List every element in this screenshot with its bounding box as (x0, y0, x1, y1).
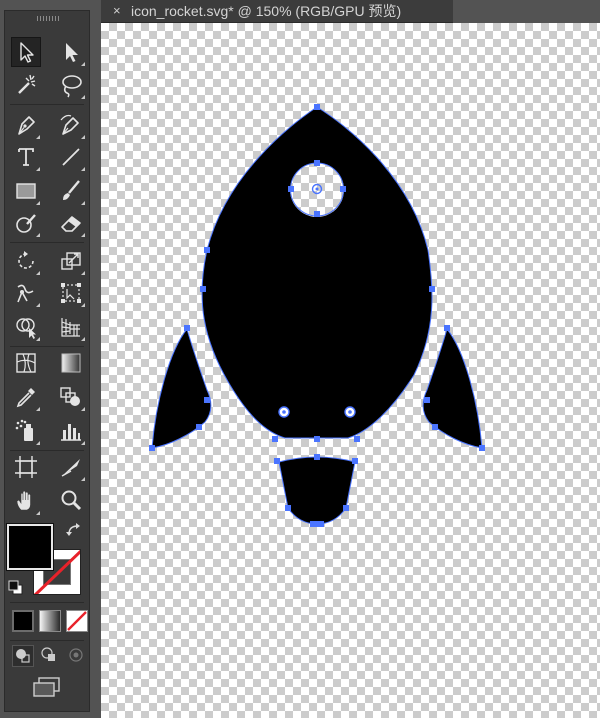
fill-color-swatch[interactable] (7, 524, 53, 570)
free-transform-tool[interactable] (56, 278, 86, 308)
document-title: icon_rocket.svg* @ 150% (RGB/GPU 预览) (131, 3, 402, 19)
none-mode-button[interactable] (66, 610, 88, 632)
blend-tool[interactable] (56, 382, 86, 412)
gradient-mode-button[interactable] (39, 610, 61, 632)
toolbar-divider (10, 450, 84, 451)
toolbar-divider (10, 640, 84, 641)
screen-mode-icon[interactable] (31, 676, 63, 698)
toolbar-divider (10, 242, 84, 243)
rocket-artwork[interactable] (101, 23, 600, 718)
toolbar-divider (10, 346, 84, 347)
draw-inside-icon (69, 648, 83, 662)
zoom-icon (61, 490, 82, 511)
shaper-tool[interactable] (11, 208, 41, 238)
swap-fill-stroke-icon[interactable] (66, 522, 84, 538)
shape-builder-tool[interactable] (11, 312, 41, 342)
close-tab-icon[interactable]: × (113, 0, 121, 22)
type-tool[interactable] (11, 142, 41, 172)
right-fin[interactable] (423, 329, 482, 448)
rotate-tool[interactable] (11, 246, 41, 276)
lasso-tool[interactable] (56, 70, 86, 100)
left-fin[interactable] (152, 329, 211, 448)
warp-tool[interactable] (11, 278, 41, 308)
line-segment-tool[interactable] (56, 142, 86, 172)
pen-tool[interactable] (11, 110, 41, 140)
symbol-sprayer-tool[interactable] (11, 416, 41, 446)
direct-selection-tool[interactable] (56, 37, 86, 67)
eraser-tool[interactable] (56, 208, 86, 238)
selection-tool[interactable] (11, 37, 41, 67)
curvature-tool[interactable] (56, 110, 86, 140)
perspective-grid-tool[interactable] (56, 312, 86, 342)
rectangle-tool[interactable] (11, 176, 41, 206)
magic-wand-tool[interactable] (11, 70, 41, 100)
scale-tool[interactable] (56, 246, 86, 276)
paintbrush-tool[interactable] (56, 176, 86, 206)
gradient-tool[interactable] (56, 348, 86, 378)
none-slash-icon (67, 611, 87, 631)
default-fill-stroke-icon[interactable] (8, 580, 24, 596)
draw-normal-icon (16, 649, 30, 663)
magic-wand-icon (18, 74, 36, 94)
draw-behind-icon (41, 647, 55, 661)
selection-arrow-icon (20, 42, 34, 63)
draw-inside-button[interactable] (66, 645, 88, 667)
draw-normal-button[interactable] (12, 645, 34, 667)
draw-behind-button[interactable] (39, 645, 61, 667)
mesh-tool[interactable] (11, 348, 41, 378)
artboard-icon (15, 456, 37, 478)
toolbar-divider (10, 104, 84, 105)
panel-grip[interactable] (37, 16, 61, 21)
color-mode-button[interactable] (12, 610, 34, 632)
document-tab[interactable]: × icon_rocket.svg* @ 150% (RGB/GPU 预览) (101, 0, 453, 23)
eyedropper-tool[interactable] (11, 382, 41, 412)
toolbar-divider (10, 602, 84, 603)
mesh-icon (16, 353, 36, 373)
zoom-tool[interactable] (56, 486, 86, 516)
column-graph-tool[interactable] (56, 416, 86, 446)
rocket-body[interactable] (202, 107, 433, 438)
artboard-tool[interactable] (11, 452, 41, 482)
gradient-icon (61, 353, 81, 373)
exhaust-nozzle[interactable] (279, 457, 355, 524)
slice-tool[interactable] (56, 452, 86, 482)
hand-tool[interactable] (11, 486, 41, 516)
